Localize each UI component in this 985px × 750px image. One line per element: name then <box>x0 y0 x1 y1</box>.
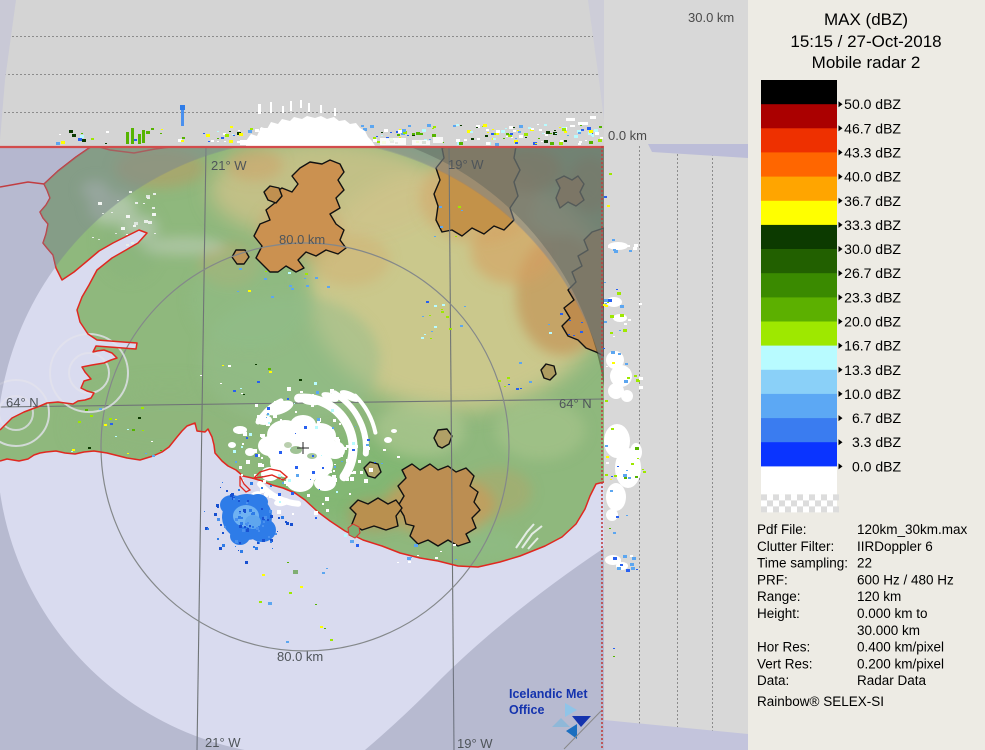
svg-text:21° W: 21° W <box>211 158 247 173</box>
svg-text:15:15 / 27-Oct-2018: 15:15 / 27-Oct-2018 <box>790 32 941 51</box>
svg-text:0.0 dBZ: 0.0 dBZ <box>852 458 901 474</box>
svg-text:0.200 km/pixel: 0.200 km/pixel <box>857 656 944 671</box>
svg-text:3.3 dBZ: 3.3 dBZ <box>852 434 901 450</box>
svg-text:19° W: 19° W <box>448 157 484 172</box>
svg-text:Height:: Height: <box>757 606 800 621</box>
svg-text:Radar Data: Radar Data <box>857 673 927 688</box>
svg-text:30.0 dBZ: 30.0 dBZ <box>844 241 901 257</box>
svg-text:19° W: 19° W <box>457 736 493 750</box>
svg-text:46.7 dBZ: 46.7 dBZ <box>844 120 901 136</box>
svg-text:Hor Res:: Hor Res: <box>757 640 810 655</box>
svg-text:IIRDoppler 6: IIRDoppler 6 <box>857 539 933 554</box>
svg-text:40.0 dBZ: 40.0 dBZ <box>844 169 901 185</box>
svg-text:64° N: 64° N <box>6 395 39 410</box>
svg-text:30.000 km: 30.000 km <box>857 623 920 638</box>
svg-text:0.400 km/pixel: 0.400 km/pixel <box>857 640 944 655</box>
svg-text:120km_30km.max: 120km_30km.max <box>857 522 968 537</box>
svg-text:43.3 dBZ: 43.3 dBZ <box>844 144 901 160</box>
svg-text:26.7 dBZ: 26.7 dBZ <box>844 265 901 281</box>
svg-text:Rainbow® SELEX-SI: Rainbow® SELEX-SI <box>757 694 884 709</box>
svg-text:Mobile radar 2: Mobile radar 2 <box>812 53 921 72</box>
svg-text:13.3 dBZ: 13.3 dBZ <box>844 362 901 378</box>
svg-text:50.0 dBZ: 50.0 dBZ <box>844 96 901 112</box>
svg-text:80.0 km: 80.0 km <box>277 649 323 664</box>
svg-text:Data:: Data: <box>757 673 789 688</box>
svg-text:MAX (dBZ): MAX (dBZ) <box>824 10 908 29</box>
svg-text:Vert Res:: Vert Res: <box>757 656 813 671</box>
svg-text:80.0 km: 80.0 km <box>279 232 325 247</box>
svg-text:120 km: 120 km <box>857 589 901 604</box>
svg-text:36.7 dBZ: 36.7 dBZ <box>844 193 901 209</box>
svg-text:30.0 km: 30.0 km <box>688 10 734 25</box>
svg-text:16.7 dBZ: 16.7 dBZ <box>844 338 901 354</box>
svg-text:Range:: Range: <box>757 589 801 604</box>
svg-text:0.000 km to: 0.000 km to <box>857 606 928 621</box>
svg-text:6.7 dBZ: 6.7 dBZ <box>852 410 901 426</box>
svg-text:20.0 dBZ: 20.0 dBZ <box>844 314 901 330</box>
svg-text:Icelandic Met: Icelandic Met <box>509 687 588 701</box>
svg-text:22: 22 <box>857 556 872 571</box>
svg-text:Pdf File:: Pdf File: <box>757 522 807 537</box>
svg-text:Time sampling:: Time sampling: <box>757 556 848 571</box>
svg-text:64° N: 64° N <box>559 396 592 411</box>
svg-text:33.3 dBZ: 33.3 dBZ <box>844 217 901 233</box>
svg-text:600 Hz / 480 Hz: 600 Hz / 480 Hz <box>857 572 954 587</box>
svg-text:10.0 dBZ: 10.0 dBZ <box>844 386 901 402</box>
svg-text:0.0 km: 0.0 km <box>608 128 647 143</box>
svg-text:PRF:: PRF: <box>757 572 788 587</box>
svg-text:21° W: 21° W <box>205 735 241 750</box>
svg-text:Office: Office <box>509 703 544 717</box>
svg-text:Clutter Filter:: Clutter Filter: <box>757 539 834 554</box>
svg-text:23.3 dBZ: 23.3 dBZ <box>844 289 901 305</box>
